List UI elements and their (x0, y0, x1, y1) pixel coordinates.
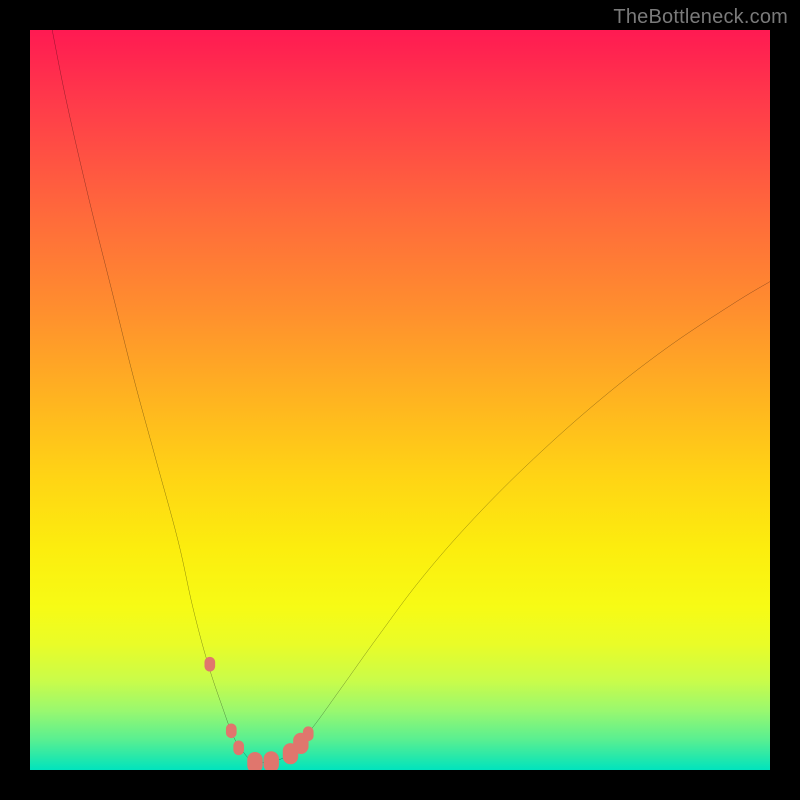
curve-marker (303, 726, 314, 741)
curve-marker (204, 657, 215, 672)
curve-marker (226, 723, 237, 738)
curve-marker (233, 740, 244, 755)
plot-area (30, 30, 770, 770)
bottleneck-curve-path (52, 30, 770, 763)
bottleneck-curve (52, 30, 770, 763)
curve-marker (247, 752, 262, 770)
chart-frame: TheBottleneck.com (0, 0, 800, 800)
watermark-label: TheBottleneck.com (613, 6, 788, 29)
curve-markers (204, 657, 313, 770)
curve-layer (30, 30, 770, 770)
curve-marker (264, 751, 279, 770)
